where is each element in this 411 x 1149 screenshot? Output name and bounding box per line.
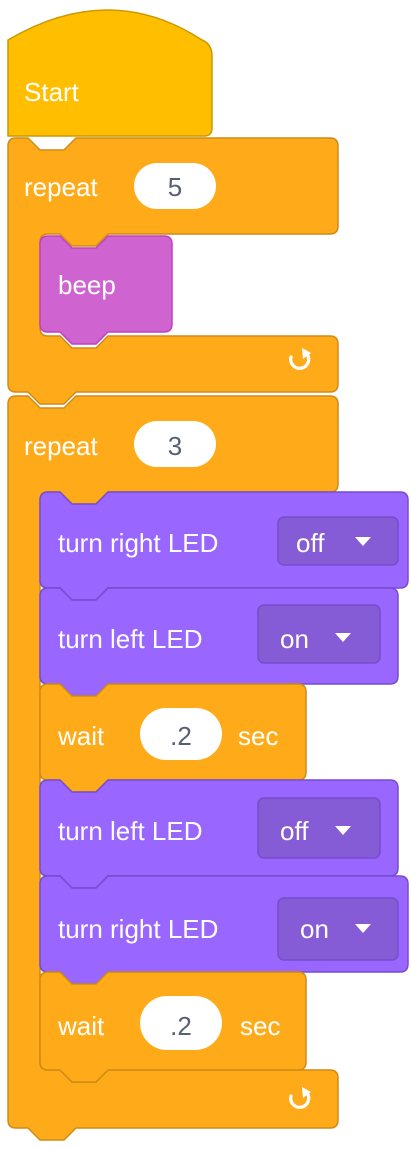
repeat-count-input-2-value: 3 <box>168 431 182 461</box>
led-block-label: turn right LED <box>58 528 218 558</box>
led-state-dropdown-box <box>277 897 399 961</box>
start-hat-shape <box>7 9 213 137</box>
led-state-dropdown[interactable]: off <box>257 797 381 859</box>
led-state-dropdown-box <box>257 797 381 859</box>
led-state-dropdown-value: on <box>300 914 329 944</box>
wait-duration-input-value: .2 <box>170 1011 192 1041</box>
led-state-dropdown-value: off <box>280 816 309 846</box>
led-block-turn-left-off[interactable]: turn left LED off <box>39 779 399 889</box>
wait-block-2[interactable]: wait .2 sec <box>39 971 307 1083</box>
wait-block-1[interactable]: wait .2 sec <box>39 683 307 793</box>
repeat-count-input-1-value: 5 <box>168 172 182 202</box>
beep-block[interactable]: beep <box>39 235 173 345</box>
led-state-dropdown-value: on <box>280 624 309 654</box>
repeat-count-input-2[interactable]: 3 <box>134 421 216 467</box>
wait-duration-input[interactable]: .2 <box>140 708 222 760</box>
led-state-dropdown-value: off <box>296 528 325 558</box>
led-block-label: turn right LED <box>58 914 218 944</box>
led-block-label: turn left LED <box>58 624 203 654</box>
led-state-dropdown[interactable]: on <box>277 897 399 961</box>
repeat-block-2-label: repeat <box>24 431 98 461</box>
led-block-label: turn left LED <box>58 816 203 846</box>
start-hat-block[interactable]: Start <box>7 9 213 137</box>
start-hat-label: Start <box>24 77 80 107</box>
wait-duration-input-value: .2 <box>170 721 192 751</box>
repeat-block-1-label: repeat <box>24 172 98 202</box>
block-script: Start repeat 5 beep repeat 3 turn right … <box>7 9 409 1141</box>
beep-block-label: beep <box>58 270 116 300</box>
wait-unit-label: sec <box>238 721 278 751</box>
led-state-dropdown-box <box>257 604 381 664</box>
wait-block-label: wait <box>57 1011 105 1041</box>
wait-duration-input[interactable]: .2 <box>140 996 222 1050</box>
script-canvas: Start repeat 5 beep repeat 3 turn right … <box>0 0 411 1149</box>
led-block-turn-left-on[interactable]: turn left LED on <box>39 587 399 697</box>
led-state-dropdown[interactable]: on <box>257 604 381 664</box>
led-block-turn-right-off[interactable]: turn right LED off <box>39 491 409 601</box>
led-state-dropdown[interactable]: off <box>277 516 399 566</box>
repeat-count-input-1[interactable]: 5 <box>134 163 216 209</box>
wait-block-label: wait <box>57 721 105 751</box>
wait-unit-label: sec <box>240 1011 280 1041</box>
led-block-turn-right-on[interactable]: turn right LED on <box>39 875 409 985</box>
